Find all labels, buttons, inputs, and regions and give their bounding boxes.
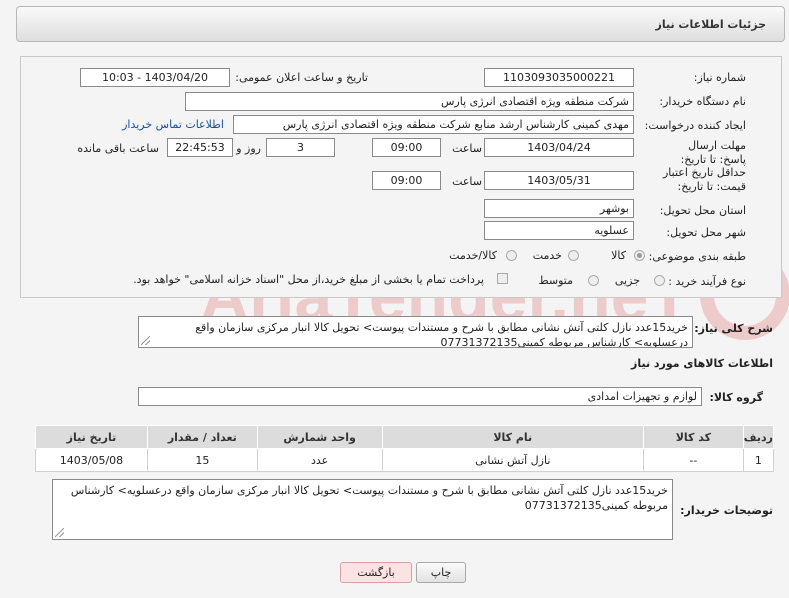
goods-table: ردیف کد کالا نام کالا واحد شمارش تعداد /… <box>35 425 775 472</box>
city-field: عسلویه <box>484 221 634 240</box>
deadline-label: مهلت ارسال پاسخ: تا تاریخ: <box>680 139 746 166</box>
goods-section-title: اطلاعات کالاهای مورد نیاز <box>631 357 773 370</box>
deadline-time-label: ساعت <box>452 142 482 155</box>
validity-time-field: 09:00 <box>372 171 441 190</box>
description-label: شرح کلی نیاز: <box>694 322 773 335</box>
announce-label: تاریخ و ساعت اعلان عمومی: <box>235 71 368 84</box>
deadline-date-field: 1403/04/24 <box>484 138 634 157</box>
process-label: نوع فرآیند خرید : <box>668 275 746 288</box>
table-row: 1 -- نازل آتش نشانی عدد 15 1403/05/08 <box>35 448 775 472</box>
col-name: نام کالا <box>381 425 644 449</box>
print-button[interactable]: چاپ <box>416 562 466 583</box>
category-radio-goods-service[interactable] <box>506 250 517 261</box>
remaining-label: ساعت باقی مانده <box>77 142 159 155</box>
buyer-org-label: نام دستگاه خریدار: <box>659 95 746 108</box>
category-option-goods-service: کالا/خدمت <box>449 249 497 262</box>
validity-label: حداقل تاریخ اعتبار قیمت: تا تاریخ: <box>662 166 746 193</box>
need-number-field: 1103093035000221 <box>484 68 634 87</box>
buyer-notes-text: خرید15عدد نازل کلتی آتش نشانی مطابق با ش… <box>70 484 668 512</box>
buyer-notes-label: توضیحات خریدار: <box>680 504 773 517</box>
category-radio-goods[interactable] <box>634 250 645 261</box>
category-radio-service[interactable] <box>568 250 579 261</box>
back-button[interactable]: بازگشت <box>340 562 412 583</box>
buyer-contact-link[interactable]: اطلاعات تماس خریدار <box>122 118 224 131</box>
resize-grip-icon[interactable] <box>141 336 150 345</box>
province-label: استان محل تحویل: <box>659 204 746 217</box>
description-text: خرید15عدد نازل کلتی آتش نشانی مطابق با ش… <box>195 321 688 348</box>
days-label: روز و <box>236 142 261 155</box>
col-unit: واحد شمارش <box>256 425 383 449</box>
cell-name: نازل آتش نشانی <box>381 448 644 472</box>
days-count-field: 3 <box>266 138 335 157</box>
cell-index: 1 <box>742 448 775 472</box>
col-date: تاریخ نیاز <box>35 425 148 449</box>
cell-date: 1403/05/08 <box>35 448 148 472</box>
process-option-medium: متوسط <box>538 274 573 287</box>
cell-unit: عدد <box>256 448 383 472</box>
validity-time-label: ساعت <box>452 175 482 188</box>
payment-note: پرداخت تمام یا بخشی از مبلغ خرید،از محل … <box>133 273 484 286</box>
col-qty: تعداد / مقدار <box>146 425 258 449</box>
goods-group-label: گروه کالا: <box>709 391 763 404</box>
requester-label: ایجاد کننده درخواست: <box>644 119 746 132</box>
city-label: شهر محل تحویل: <box>666 226 746 239</box>
process-radio-minor[interactable] <box>654 275 665 286</box>
remaining-time-field: 22:45:53 <box>167 138 233 157</box>
province-field: بوشهر <box>484 199 634 218</box>
process-radio-medium[interactable] <box>588 275 599 286</box>
buyer-org-field: شرکت منطقه ویژه اقتصادی انرژی پارس <box>185 92 634 111</box>
col-code: کد کالا <box>642 425 744 449</box>
col-index: ردیف <box>742 425 775 449</box>
cell-qty: 15 <box>146 448 258 472</box>
need-number-label: شماره نیاز: <box>693 71 746 84</box>
resize-grip-icon[interactable] <box>55 528 64 537</box>
category-label: طبقه بندی موضوعی: <box>648 250 746 263</box>
announce-field: 1403/04/20 - 10:03 <box>80 68 230 87</box>
page-header: جزئیات اطلاعات نیاز <box>16 6 785 42</box>
category-option-service: خدمت <box>532 249 562 262</box>
goods-table-header: ردیف کد کالا نام کالا واحد شمارش تعداد /… <box>35 425 775 449</box>
process-option-minor: جزیی <box>614 274 640 287</box>
treasury-checkbox[interactable] <box>497 273 508 284</box>
goods-group-field: لوازم و تجهیزات امدادی <box>138 387 702 406</box>
cell-code: -- <box>642 448 744 472</box>
validity-date-field: 1403/05/31 <box>484 171 634 190</box>
description-textarea[interactable]: خرید15عدد نازل کلتی آتش نشانی مطابق با ش… <box>138 316 693 348</box>
buyer-notes-textarea[interactable]: خرید15عدد نازل کلتی آتش نشانی مطابق با ش… <box>52 479 673 540</box>
page-title: جزئیات اطلاعات نیاز <box>655 18 767 31</box>
category-option-goods: کالا <box>611 249 626 262</box>
requester-field: مهدی کمینی کارشناس ارشد منابع شرکت منطقه… <box>233 115 634 134</box>
deadline-time-field: 09:00 <box>372 138 441 157</box>
